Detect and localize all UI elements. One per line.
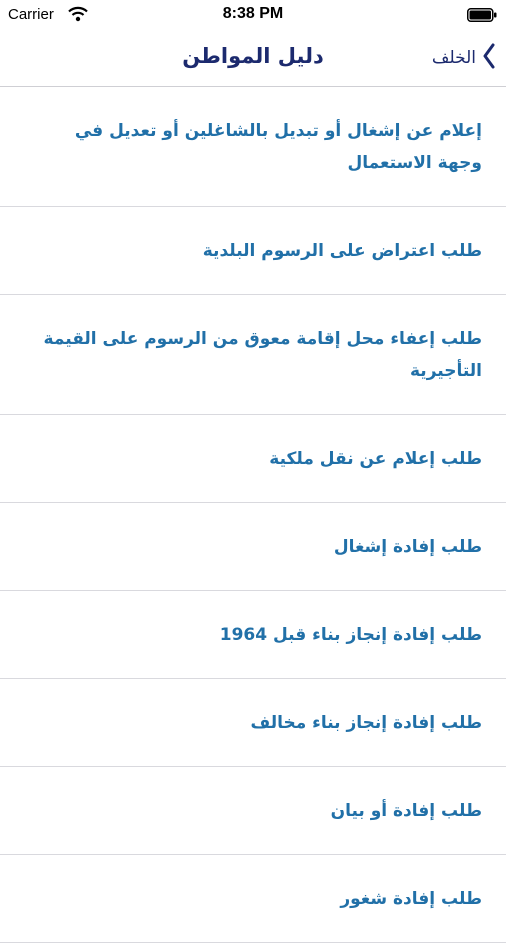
list-item[interactable]: طلب إفادة شغور xyxy=(0,855,506,943)
navigation-bar: دليل المواطن الخلف xyxy=(0,30,506,87)
battery-icon xyxy=(467,8,497,22)
status-time: 8:38 PM xyxy=(222,5,284,22)
list-item[interactable]: طلب إعلام عن نقل ملكية xyxy=(0,415,506,503)
list-item-label: طلب اعتراض على الرسوم البلدية xyxy=(202,240,482,261)
chevron-left-icon xyxy=(482,43,496,73)
list-item[interactable]: طلب إفادة إنجاز بناء قبل 1964 xyxy=(0,591,506,679)
list-item[interactable]: طلب اعتراض على الرسوم البلدية xyxy=(0,207,506,295)
list-item-label: طلب إفادة أو بيان xyxy=(330,800,482,821)
services-list: إعلام عن إشغال أو تبديل بالشاغلين أو تعد… xyxy=(0,87,506,943)
status-bar: Carrier 8:38 PM xyxy=(0,0,506,30)
list-item[interactable]: طلب إعفاء محل إقامة معوق من الرسوم على ا… xyxy=(0,295,506,415)
back-label: الخلف xyxy=(431,48,476,68)
page-title: دليل المواطن xyxy=(182,44,324,68)
list-item-label: طلب إعفاء محل إقامة معوق من الرسوم على ا… xyxy=(43,328,482,381)
list-item-label: طلب إفادة إشغال xyxy=(333,536,482,557)
list-item-label: طلب إعلام عن نقل ملكية xyxy=(269,448,482,469)
list-item-label: إعلام عن إشغال أو تبديل بالشاغلين أو تعد… xyxy=(74,120,482,173)
list-item[interactable]: طلب إفادة إنجاز بناء مخالف xyxy=(0,679,506,767)
list-item[interactable]: إعلام عن إشغال أو تبديل بالشاغلين أو تعد… xyxy=(0,87,506,207)
back-button[interactable]: الخلف xyxy=(432,42,496,74)
list-item[interactable]: طلب إفادة إشغال xyxy=(0,503,506,591)
list-item-label: طلب إفادة إنجاز بناء مخالف xyxy=(250,712,482,733)
list-item[interactable]: طلب إفادة أو بيان xyxy=(0,767,506,855)
list-item-label: طلب إفادة شغور xyxy=(340,888,482,909)
list-item-label: طلب إفادة إنجاز بناء قبل 1964 xyxy=(219,624,482,645)
